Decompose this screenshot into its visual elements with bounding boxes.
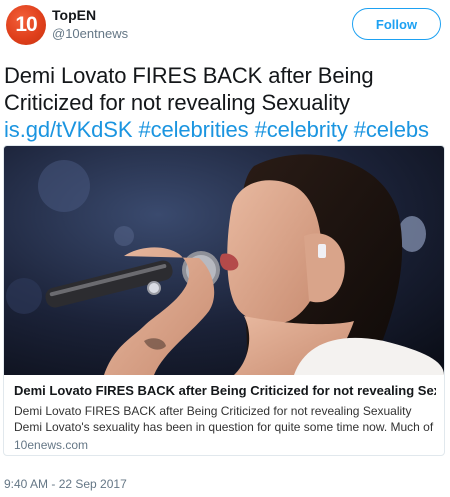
hashtag-celebrities[interactable]: #celebrities bbox=[138, 117, 248, 142]
tweet-links-line: is.gd/tVKdSK #celebrities #celebrity #ce… bbox=[4, 116, 448, 143]
card-domain: 10enews.com bbox=[14, 438, 89, 452]
follow-button[interactable]: Follow bbox=[352, 8, 441, 40]
tweet-text-line-1: Demi Lovato FIRES BACK after Being bbox=[4, 63, 374, 88]
card-description: Demi Lovato FIRES BACK after Being Criti… bbox=[14, 404, 434, 434]
tweet-text-line-2: Criticized for not revealing Sexuality bbox=[4, 90, 350, 115]
tweet-text: Demi Lovato FIRES BACK after Being Criti… bbox=[4, 62, 448, 143]
card-body[interactable]: Demi Lovato FIRES BACK after Being Criti… bbox=[4, 376, 444, 455]
tweet-header: 10 TopEN @10entnews Follow bbox=[0, 0, 450, 56]
author-handle[interactable]: @10entnews bbox=[52, 26, 128, 41]
card-image[interactable] bbox=[4, 146, 444, 375]
author-display-name[interactable]: TopEN bbox=[52, 7, 96, 23]
tweet-timestamp[interactable]: 9:40 AM - 22 Sep 2017 bbox=[4, 477, 127, 491]
hashtag-celebrity[interactable]: #celebrity bbox=[255, 117, 348, 142]
tweet-link[interactable]: is.gd/tVKdSK bbox=[4, 117, 133, 142]
link-preview-card[interactable]: Demi Lovato FIRES BACK after Being Criti… bbox=[3, 145, 445, 456]
avatar-text: 10 bbox=[15, 13, 37, 36]
card-title[interactable]: Demi Lovato FIRES BACK after Being Criti… bbox=[14, 382, 436, 399]
avatar[interactable]: 10 bbox=[6, 5, 46, 45]
hashtag-celebs[interactable]: #celebs bbox=[354, 117, 429, 142]
